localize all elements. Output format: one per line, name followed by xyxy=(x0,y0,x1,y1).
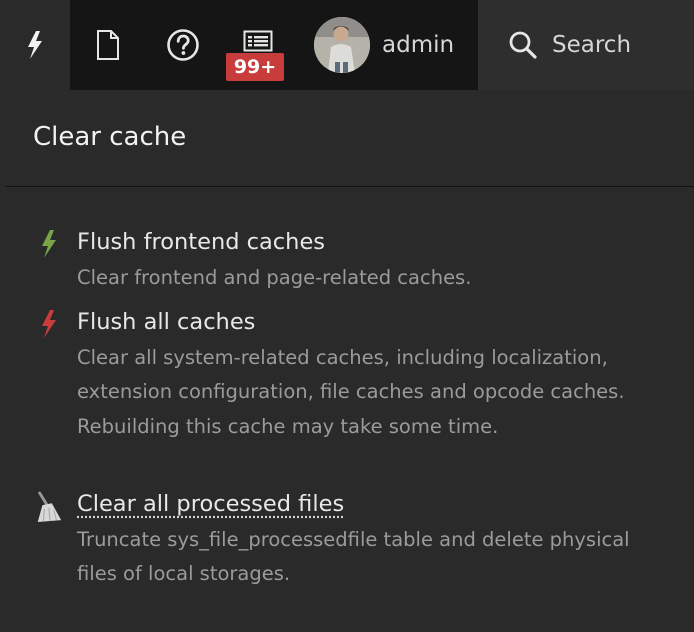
avatar xyxy=(314,17,370,73)
panel-title: Clear cache xyxy=(33,122,187,152)
divider xyxy=(5,186,694,187)
help-toolbar-button[interactable] xyxy=(145,0,220,90)
question-circle-icon xyxy=(166,28,200,62)
lightning-green-icon xyxy=(34,228,64,262)
document-icon xyxy=(95,29,121,61)
flush-frontend-caches-label[interactable]: Flush frontend caches xyxy=(77,229,325,255)
list-icon xyxy=(243,30,273,52)
top-toolbar: 99+ admin Search xyxy=(0,0,694,90)
clear-cache-toolbar-button[interactable] xyxy=(0,0,70,90)
documentation-toolbar-button[interactable] xyxy=(70,0,145,90)
clear-processed-files-description: Truncate sys_file_processedfile table an… xyxy=(77,528,630,586)
user-name: admin xyxy=(382,32,455,58)
lightning-red-icon xyxy=(34,308,64,342)
notification-count-badge: 99+ xyxy=(226,53,284,81)
clear-processed-files-label[interactable]: Clear all processed files xyxy=(77,491,344,517)
broom-icon xyxy=(34,490,64,524)
flush-all-caches-label[interactable]: Flush all caches xyxy=(77,309,255,335)
flush-all-caches-description: Clear all system-related caches, includi… xyxy=(77,346,625,438)
lightning-icon xyxy=(25,30,45,60)
flush-frontend-caches-description: Clear frontend and page-related caches. xyxy=(77,266,472,289)
search-icon xyxy=(508,30,538,60)
search-toolbar-button[interactable]: Search xyxy=(478,0,694,90)
user-menu-button[interactable]: admin xyxy=(296,0,478,90)
search-label: Search xyxy=(552,32,632,58)
